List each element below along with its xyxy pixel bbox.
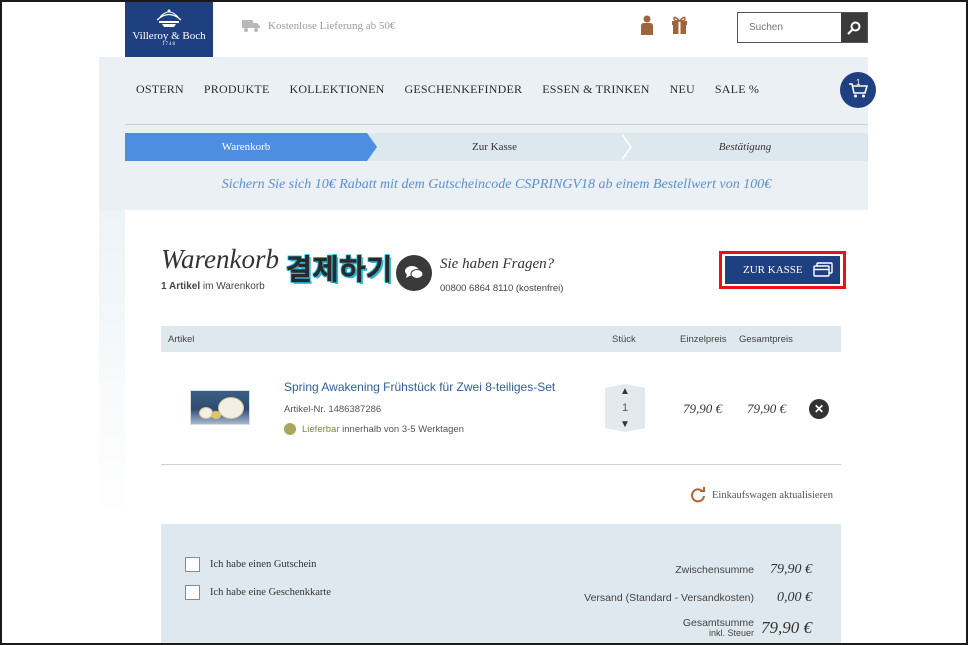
remove-item-close-icon[interactable]: ✕ — [809, 399, 829, 419]
nav-item-sale[interactable]: SALE % — [715, 82, 759, 97]
row-divider — [161, 464, 281, 465]
step-zur-kasse: Zur Kasse — [367, 133, 622, 161]
col-qty: Stück — [612, 334, 636, 345]
nav-item-ostern[interactable]: OSTERN — [136, 82, 184, 97]
cart-table-header: Artikel Stück Einzelpreis Gesamtpreis — [161, 326, 841, 352]
chat-icon[interactable] — [396, 255, 432, 291]
step-bestaetigung: Bestätigung — [622, 133, 868, 161]
step-arrow — [367, 133, 377, 161]
col-article: Artikel — [168, 334, 195, 345]
col-total-price: Gesamtpreis — [739, 334, 793, 345]
promo-banner: Sichern Sie sich 10€ Rabatt mit dem Guts… — [221, 177, 772, 192]
update-cart-link[interactable]: Einkaufswagen aktualisieren — [690, 487, 833, 503]
step-label: Warenkorb — [221, 141, 271, 153]
free-shipping-notice: Kostenlose Lieferung ab 50€ — [242, 19, 395, 32]
subtotal-label: Zwischensumme — [675, 564, 754, 576]
shipping-text: Kostenlose Lieferung ab 50€ — [268, 19, 396, 32]
total-tax-note: inkl. Steuer — [708, 628, 754, 638]
search-input[interactable] — [738, 13, 841, 42]
help-phone: 00800 6864 8110 (kostenfrei) — [440, 283, 564, 294]
availability-dot-icon — [284, 423, 296, 435]
account-icon[interactable] — [640, 15, 654, 35]
giftcard-label: Ich habe eine Geschenkkarte — [210, 587, 331, 598]
nav-item-neu[interactable]: NEU — [670, 82, 695, 97]
availability-rest: innerhalb von 3-5 Werktagen — [342, 423, 464, 435]
checkout-steps: Warenkorb Zur Kasse Bestätigung — [125, 133, 868, 161]
truck-icon — [242, 20, 260, 32]
plate-shape — [218, 397, 244, 419]
credit-card-icon — [812, 262, 833, 277]
product-thumbnail[interactable] — [190, 390, 250, 425]
availability-status: Lieferbar — [302, 423, 340, 435]
speech-bubble-icon — [405, 266, 424, 279]
giftcard-checkbox-row[interactable]: Ich habe eine Geschenkkarte — [185, 585, 331, 600]
checkout-label: ZUR KASSE — [743, 264, 803, 276]
total-label-block: Gesamtsumme inkl. Steuer — [683, 618, 754, 638]
row-divider — [281, 464, 841, 465]
step-arrow — [620, 133, 630, 161]
crest-icon — [156, 9, 182, 27]
cart-count-rest: im Warenkorb — [200, 281, 265, 292]
quantity-value[interactable]: 1 — [622, 402, 628, 414]
cart-title: Warenkorb — [161, 244, 279, 274]
voucher-checkbox-row[interactable]: Ich habe einen Gutschein — [185, 557, 316, 572]
search-button[interactable] — [841, 13, 867, 42]
main-nav: OSTERN PRODUKTE KOLLEKTIONEN GESCHENKEFI… — [136, 82, 759, 97]
checkout-annotation: 결제하기 — [286, 254, 394, 286]
cart-count-badge: 1 — [856, 78, 861, 87]
refresh-icon — [691, 487, 705, 503]
gift-icon[interactable] — [671, 15, 688, 34]
quantity-up-arrow-icon[interactable]: ▲ — [620, 386, 630, 397]
total-value: 79,90 € — [761, 618, 812, 637]
giftcard-checkbox[interactable] — [185, 585, 200, 600]
product-name-link[interactable]: Spring Awakening Frühstück für Zwei 8-te… — [284, 380, 555, 394]
checkout-button[interactable]: ZUR KASSE — [725, 256, 840, 284]
search-icon — [847, 21, 861, 35]
voucher-checkbox[interactable] — [185, 557, 200, 572]
search-box — [737, 12, 868, 43]
nav-item-kollektionen[interactable]: KOLLEKTIONEN — [289, 82, 384, 97]
step-warenkorb: Warenkorb — [125, 133, 367, 161]
shipping-value: 0,00 € — [777, 590, 812, 605]
quantity-stepper: ▲ 1 ▼ — [605, 384, 645, 432]
voucher-label: Ich habe einen Gutschein — [210, 559, 317, 570]
brand-logo[interactable]: Villeroy & Boch 1748 — [125, 0, 213, 57]
nav-item-produkte[interactable]: PRODUKTE — [204, 82, 270, 97]
nav-divider — [125, 124, 868, 125]
product-article-number: Artikel-Nr. 1486387286 — [284, 404, 382, 415]
subtotal-value: 79,90 € — [770, 562, 812, 577]
logo-brand-text: Villeroy & Boch — [132, 30, 206, 42]
step-label: Zur Kasse — [472, 141, 517, 153]
help-question: Sie haben Fragen? — [440, 256, 555, 272]
availability-info: Lieferbar innerhalb von 3-5 Werktagen — [284, 423, 464, 435]
quantity-down-arrow-icon[interactable]: ▼ — [620, 419, 630, 430]
cart-count-bold: 1 Artikel — [161, 281, 201, 292]
cart-item-count: 1 Artikel im Warenkorb — [161, 281, 265, 292]
step-label: Bestätigung — [718, 141, 772, 153]
side-shade — [99, 210, 125, 520]
egg-cup-shape — [211, 411, 221, 419]
unit-price: 79,90 € — [683, 401, 722, 416]
shipping-label: Versand (Standard - Versandkosten) — [584, 592, 754, 604]
total-price: 79,90 € — [747, 401, 786, 416]
nav-item-essen-trinken[interactable]: ESSEN & TRINKEN — [542, 82, 649, 97]
col-unit-price: Einzelpreis — [680, 334, 727, 345]
logo-year-text: 1748 — [162, 42, 176, 47]
nav-item-geschenkefinder[interactable]: GESCHENKEFINDER — [405, 82, 523, 97]
update-cart-label: Einkaufswagen aktualisieren — [712, 489, 833, 501]
